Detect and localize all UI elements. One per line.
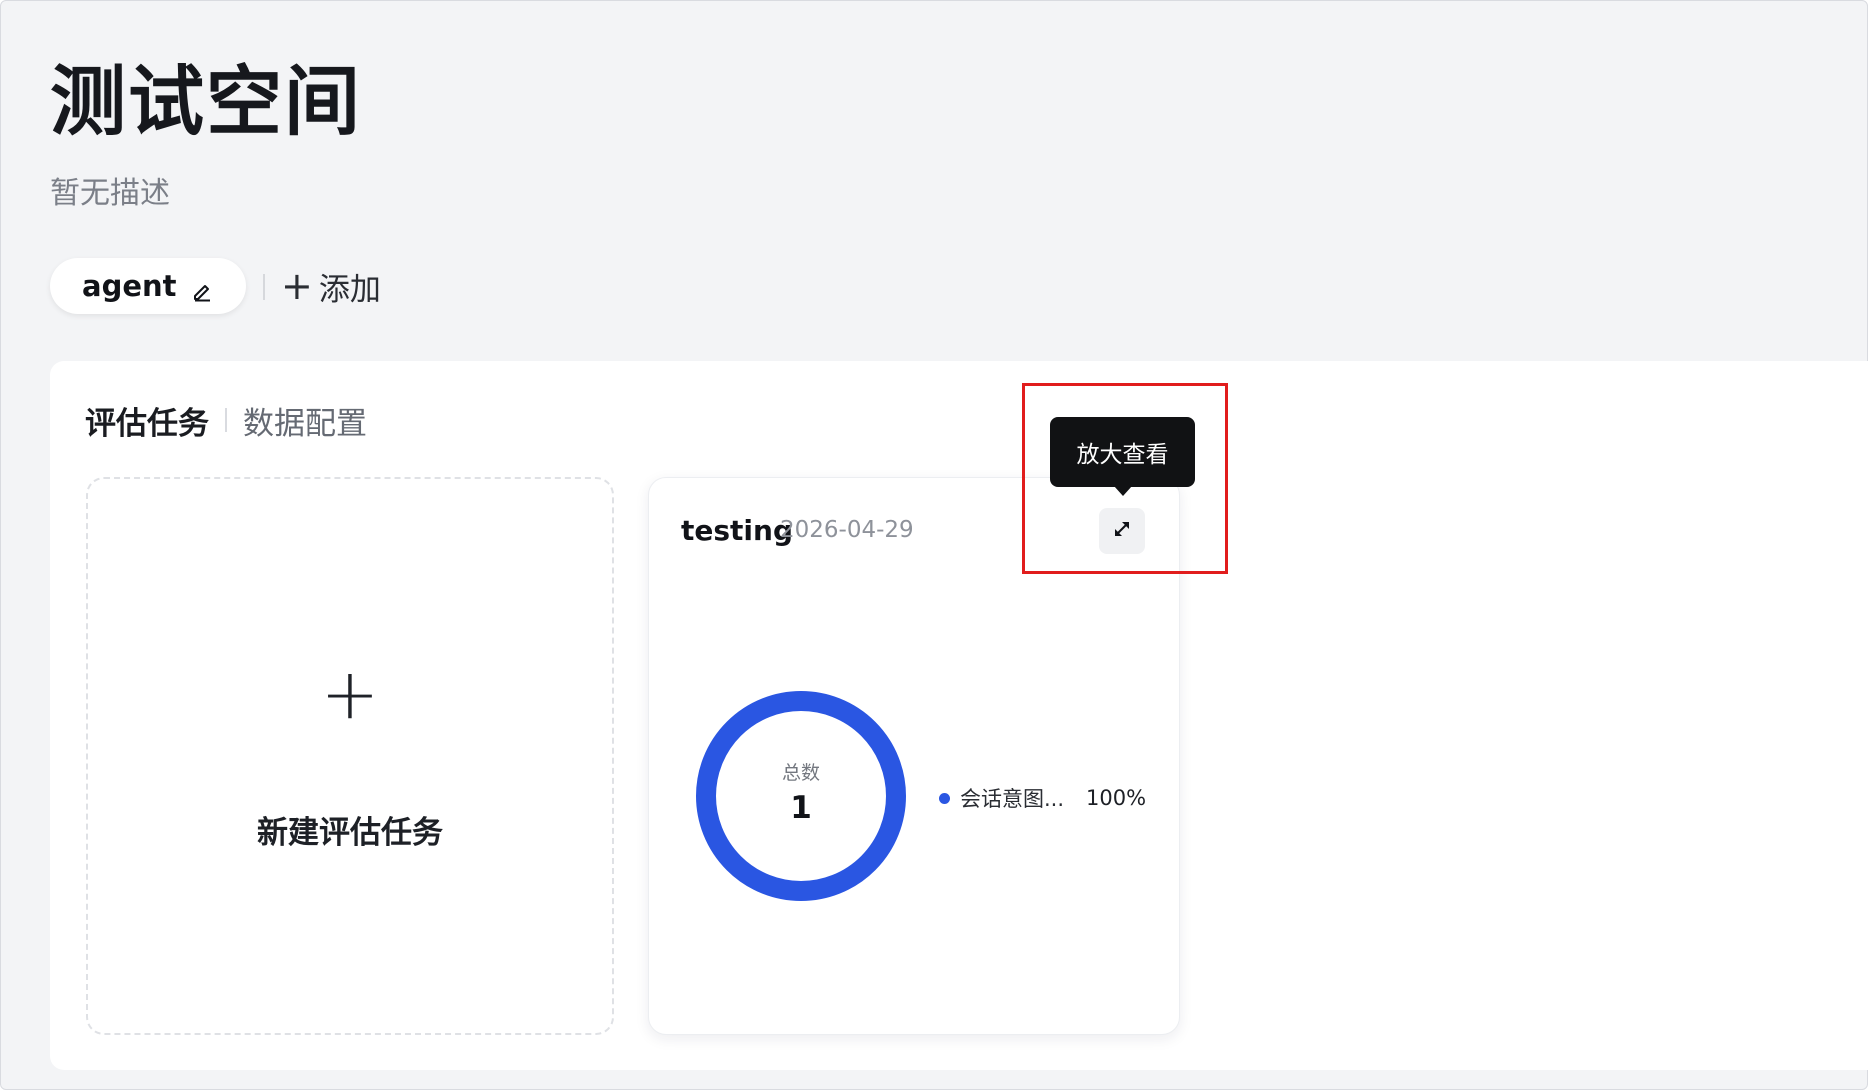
page-description: 暂无描述 [50, 176, 170, 211]
task-name: testing [681, 514, 793, 547]
add-icon: + [320, 653, 380, 735]
add-agent-label: 添加 [318, 271, 381, 308]
chart-legend-item: 会话意图... 100% [939, 783, 1146, 813]
donut-center-value: 1 [790, 790, 812, 826]
new-evaluation-task-card[interactable]: + 新建评估任务 [86, 477, 614, 1035]
new-evaluation-task-label: 新建评估任务 [257, 815, 443, 851]
annotation-highlight-box [1022, 383, 1228, 574]
tab-evaluation-tasks[interactable]: 评估任务 [85, 398, 209, 443]
legend-dot [939, 792, 950, 804]
task-date: 2026-04-29 [780, 517, 914, 543]
tab-data-config[interactable]: 数据配置 [243, 398, 367, 443]
tab-divider [263, 274, 265, 300]
agent-tab[interactable]: agent [50, 258, 246, 314]
section-tab-divider [225, 408, 227, 432]
edit-icon[interactable] [191, 275, 213, 302]
legend-percent: 100% [1086, 786, 1147, 810]
section-tabs: 评估任务 数据配置 [85, 398, 367, 443]
legend-label: 会话意图... [960, 787, 1065, 811]
page-title: 测试空间 [50, 57, 362, 146]
donut-center-label: 总数 [781, 762, 820, 784]
add-agent-button[interactable]: + 添加 [281, 264, 381, 308]
agent-tab-label: agent [82, 269, 177, 303]
plus-icon: + [281, 264, 313, 308]
